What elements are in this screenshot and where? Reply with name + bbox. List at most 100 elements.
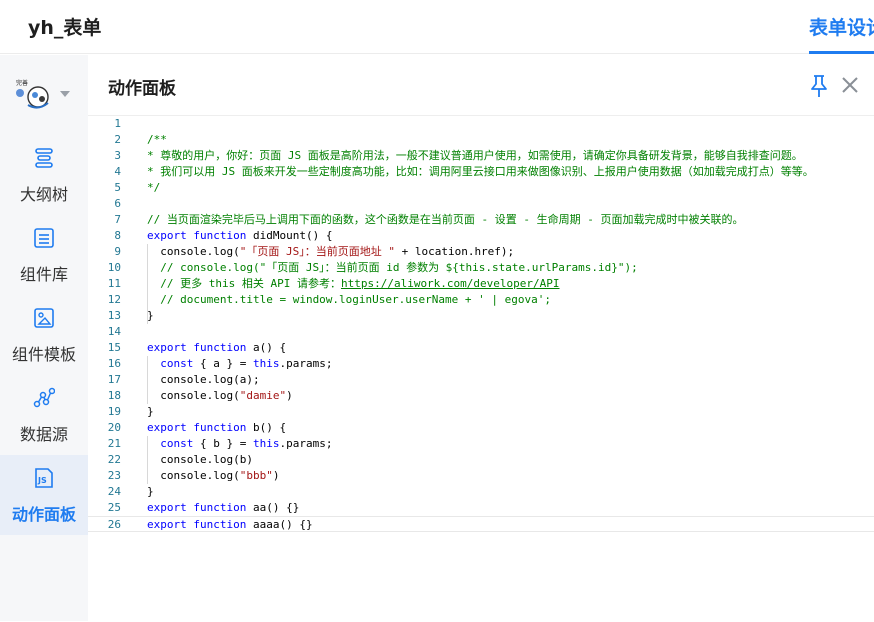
code-line[interactable]: 4 * 我们可以用 JS 面板来开发一些定制度高功能，比如：调用阿里云接口用来做图…	[88, 164, 874, 180]
code-token: */	[147, 181, 161, 194]
line-number: 21	[107, 437, 121, 450]
line-number: 14	[107, 325, 121, 338]
line-number: 22	[107, 453, 121, 466]
code-token: * 尊敬的用户，你好：页面 JS 面板是高阶用法，一般不建议普通用户使用，如需使…	[147, 149, 803, 162]
code-line[interactable]: 19}	[88, 404, 874, 420]
code-editor[interactable]: 1 2/** 3 * 尊敬的用户，你好：页面 JS 面板是高阶用法，一般不建议普通用户…	[88, 115, 874, 622]
pin-icon[interactable]	[808, 74, 830, 98]
sidebar-item-data-source[interactable]: 数据源	[0, 375, 88, 455]
code-line[interactable]: 17 console.log(a);	[88, 372, 874, 388]
code-line[interactable]: 3 * 尊敬的用户，你好：页面 JS 面板是高阶用法，一般不建议普通用户使用，如需…	[88, 148, 874, 164]
code-token: /**	[147, 133, 167, 146]
svg-text:完善: 完善	[16, 79, 28, 87]
code-token: const	[160, 357, 200, 370]
line-number: 5	[114, 181, 121, 194]
line-number: 23	[107, 469, 121, 482]
sidebar-item-action-panel[interactable]: JS 动作面板	[0, 455, 88, 535]
code-line[interactable]: 6	[88, 196, 874, 212]
code-token: const	[160, 437, 200, 450]
code-token: function	[193, 229, 253, 242]
sidebar-item-component-template[interactable]: 组件模板	[0, 295, 88, 375]
line-text: console.log(b)	[147, 452, 253, 468]
code-line[interactable]: 7 // 当页面渲染完毕后马上调用下面的函数，这个函数是在当前页面 - 设置 - …	[88, 212, 874, 228]
line-text: }	[147, 308, 154, 324]
line-number: 26	[107, 518, 121, 531]
code-token: // 更多 this 相关 API 请参考：	[147, 277, 341, 290]
line-text: }	[147, 484, 154, 500]
sidebar-item-component-library[interactable]: 组件库	[0, 215, 88, 295]
code-token: console.log(	[147, 389, 240, 402]
panel-title: 动作面板	[108, 79, 176, 99]
line-text: console.log("damie")	[147, 388, 292, 404]
line-text: export function didMount() {	[147, 228, 332, 244]
code-line[interactable]: 10 // console.log("「页面 JS」：当前页面 id 参数为 $…	[88, 260, 874, 276]
code-token: this	[252, 437, 280, 450]
line-number: 9	[114, 245, 121, 258]
code-line[interactable]: 15 export function a() {	[88, 340, 874, 356]
line-number: 19	[107, 405, 121, 418]
sidebar-item-label: 组件库	[19, 265, 68, 284]
close-icon[interactable]	[840, 75, 860, 95]
code-line[interactable]: 26 export function aaaa() {}	[88, 516, 874, 532]
line-text: export function aaaa() {}	[147, 517, 313, 533]
code-line[interactable]: 21 const { b } = this.params;	[88, 436, 874, 452]
code-token: + location.href);	[394, 245, 515, 258]
js-file-icon: JS	[35, 468, 53, 488]
code-line[interactable]: 25 export function aa() {}	[88, 500, 874, 516]
line-number: 20	[107, 421, 121, 434]
line-text: */	[147, 180, 160, 196]
line-number: 15	[107, 341, 121, 354]
code-line[interactable]: 5 */	[88, 180, 874, 196]
line-number: 25	[107, 501, 121, 514]
code-token: function	[193, 518, 253, 531]
line-number: 6	[114, 197, 121, 210]
line-text: export function aa() {}	[147, 500, 299, 516]
line-number: 10	[107, 261, 121, 274]
code-line[interactable]: 14	[88, 324, 874, 340]
sidebar-item-outline-tree[interactable]: 大纲树	[0, 135, 88, 215]
code-token: function	[193, 501, 253, 514]
line-text: * 尊敬的用户，你好：页面 JS 面板是高阶用法，一般不建议普通用户使用，如需使…	[147, 148, 803, 164]
code-line[interactable]: 23 console.log("bbb")	[88, 468, 874, 484]
code-token: * 我们可以用 JS 面板来开发一些定制度高功能，比如：调用阿里云接口用来做图像…	[147, 165, 814, 178]
code-line[interactable]: 24}	[88, 484, 874, 500]
code-token: // 当页面渲染完毕后马上调用下面的函数，这个函数是在当前页面 - 设置 - 生…	[147, 213, 744, 226]
code-line[interactable]: 18 console.log("damie")	[88, 388, 874, 404]
user-avatar-dropdown[interactable]: 完善	[14, 77, 74, 113]
line-number: 8	[114, 229, 121, 242]
line-number: 13	[107, 309, 121, 322]
tab-form-design[interactable]: 表单设计	[809, 13, 874, 40]
code-line[interactable]: 13}	[88, 308, 874, 324]
sidebar-item-label: 动作面板	[11, 505, 76, 524]
line-number: 7	[114, 213, 121, 226]
code-token: export	[147, 341, 194, 354]
code-line[interactable]: 9 console.log("「页面 JS」：当前页面地址 " + locati…	[88, 244, 874, 260]
svg-text:JS: JS	[37, 476, 47, 485]
code-token: aa() {}	[252, 501, 300, 514]
code-token: "「页面 JS」：当前页面地址 "	[239, 245, 395, 258]
code-line[interactable]: 12 // document.title = window.loginUser.…	[88, 292, 874, 308]
code-line[interactable]: 1	[88, 116, 874, 132]
code-token: console.log(	[147, 469, 240, 482]
code-line[interactable]: 16 const { a } = this.params;	[88, 356, 874, 372]
code-token: aaaa() {}	[252, 518, 313, 531]
line-number: 3	[114, 149, 121, 162]
code-token: console.log(a);	[147, 373, 260, 386]
code-line[interactable]: 11 // 更多 this 相关 API 请参考：https://aliwork…	[88, 276, 874, 292]
code-token: function	[193, 341, 253, 354]
sidebar-item-label: 数据源	[19, 425, 68, 444]
data-source-icon	[33, 387, 55, 408]
line-number: 17	[107, 373, 121, 386]
code-line[interactable]: 8 export function didMount() {	[88, 228, 874, 244]
code-token: function	[193, 421, 253, 434]
code-line[interactable]: 2 /**	[88, 132, 874, 148]
code-token: this	[252, 357, 280, 370]
code-token: // console.log("「页面 JS」：当前页面 id 参数为 ${th…	[147, 261, 638, 274]
code-token: export	[147, 501, 194, 514]
code-token: }	[147, 405, 154, 418]
code-line[interactable]: 20 export function b() {	[88, 420, 874, 436]
code-token: )	[272, 469, 280, 482]
code-line[interactable]: 22 console.log(b)	[88, 452, 874, 468]
